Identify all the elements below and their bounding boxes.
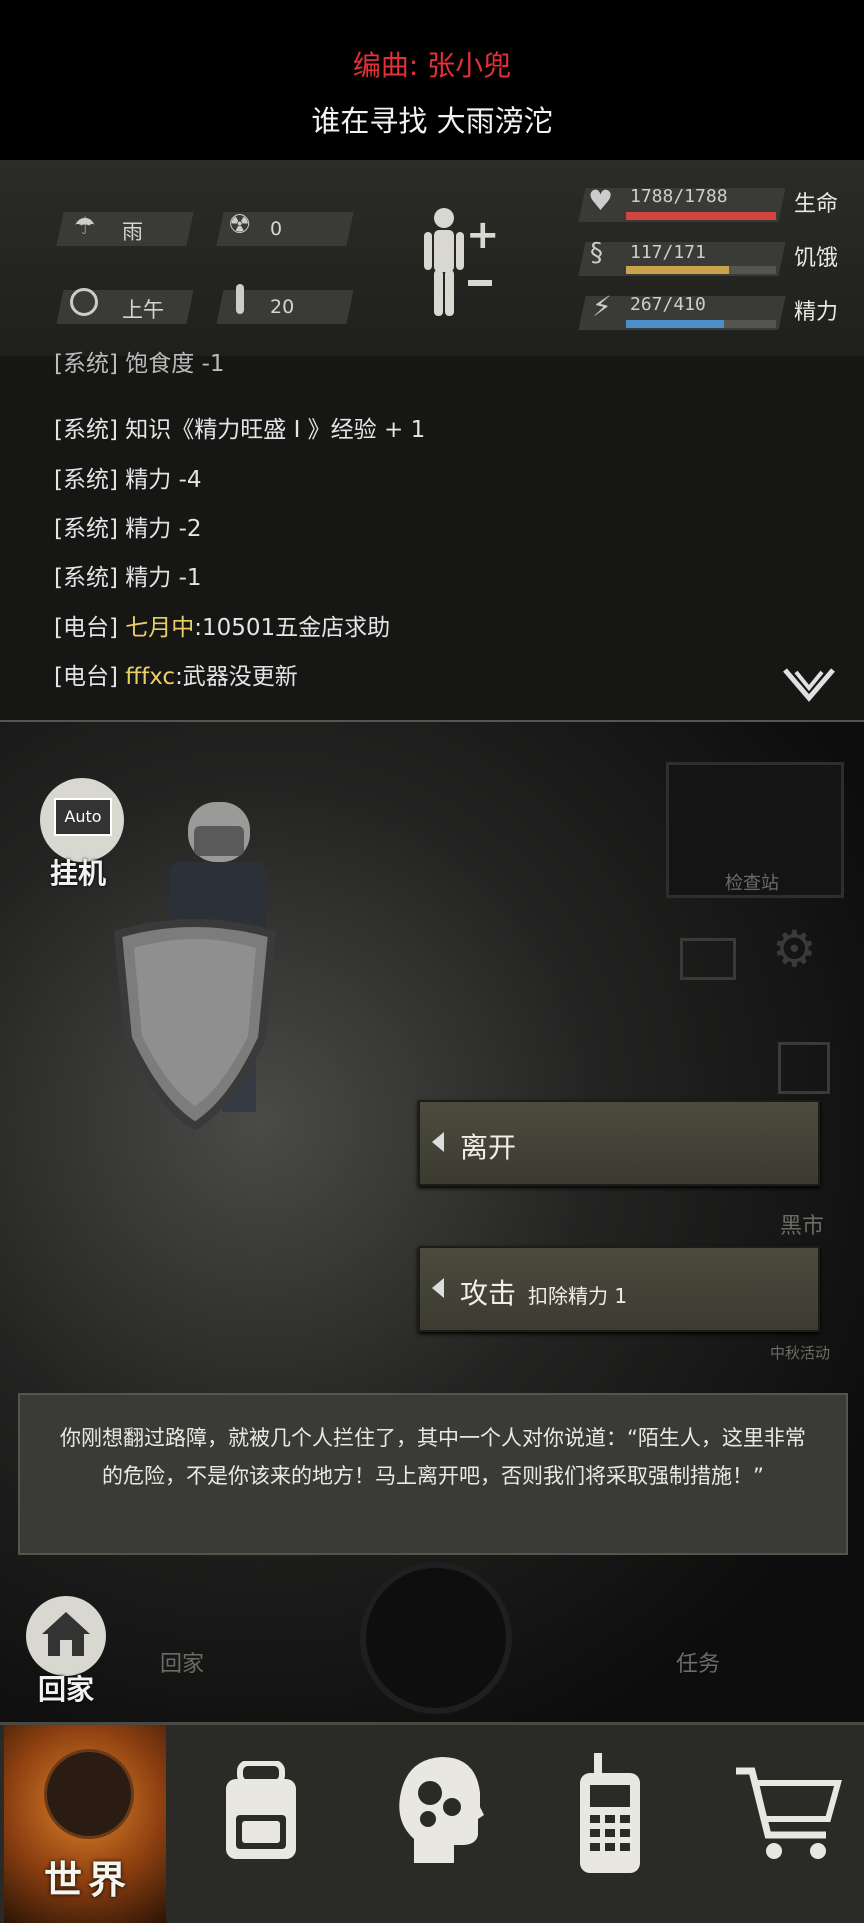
nav-shop-button[interactable] xyxy=(704,1725,864,1923)
radiation-icon: ☢ xyxy=(228,210,252,240)
radio-sender: fffxc xyxy=(125,664,176,690)
gift-icon xyxy=(778,1042,830,1094)
heart-icon: ♥ xyxy=(588,184,614,217)
radiation-value: 0 xyxy=(270,218,283,240)
home-label: 回家 xyxy=(38,1673,95,1706)
lyric-line-2: 谁在寻找 大雨滂沱 xyxy=(311,104,553,138)
house-icon xyxy=(42,1612,90,1656)
plus-icon[interactable]: + xyxy=(466,212,500,258)
mail-icon xyxy=(680,938,736,980)
status-panel: ☂ 雨 ☢ 0 上午 20 + ♥ 1788/1788 生命 § 117/171… xyxy=(0,160,864,359)
energy-bar xyxy=(626,320,776,328)
caret-left-icon xyxy=(432,1278,444,1298)
auto-idle-label: 挂机 xyxy=(50,857,107,890)
weather-text: 雨 xyxy=(122,220,143,244)
log-line: [电台] 七月中:10501五金店求助 xyxy=(54,615,391,641)
minus-icon[interactable] xyxy=(468,280,492,286)
log-line: [系统] 精力 -4 xyxy=(54,467,202,493)
log-line: [系统] 知识《精力旺盛 I 》经验 + 1 xyxy=(54,417,426,443)
auto-icon: Auto xyxy=(54,798,112,836)
brain-icon xyxy=(399,1757,484,1863)
log-line: [系统] 精力 -2 xyxy=(54,516,202,542)
stomach-icon: § xyxy=(590,238,603,268)
cart-icon xyxy=(736,1767,842,1859)
event-label: 中秋活动 xyxy=(770,1344,831,1362)
radar-dial xyxy=(360,1562,512,1714)
checkpoint-label: 检查站 xyxy=(725,873,779,894)
home-button[interactable] xyxy=(26,1596,106,1676)
nav-skills-button[interactable] xyxy=(360,1725,520,1923)
world-label: 世界 xyxy=(44,1858,133,1902)
encounter-dialog: 你刚想翻过路障，就被几个人拦住了，其中一个人对你说道：“陌生人，这里非常的危险，… xyxy=(18,1393,848,1555)
leave-choice-button[interactable]: 离开 xyxy=(418,1100,820,1186)
backpack-icon xyxy=(226,1761,296,1859)
gear-icon: ⚙ xyxy=(772,920,817,978)
attack-choice-button[interactable]: 攻击 扣除精力 1 xyxy=(418,1246,820,1332)
head-bolt-icon: ⚡ xyxy=(592,290,612,323)
radio-sender: 七月中 xyxy=(125,615,195,641)
black-market-label: 黑市 xyxy=(780,1214,825,1239)
thermometer-icon xyxy=(236,284,244,314)
encounter-scene: 检查站 ⚙ 黑市 中秋活动 Auto 挂机 离开 攻击 扣除精力 1 回家 任务 xyxy=(0,722,864,1722)
health-bar xyxy=(626,212,776,220)
dialog-text: 你刚想翻过路障，就被几个人拦住了，其中一个人对你说道：“陌生人，这里非常的危险，… xyxy=(60,1426,806,1488)
lyric-line-1: 编曲: 张小兜 xyxy=(352,49,512,82)
nav-radio-button[interactable] xyxy=(530,1725,690,1923)
hunger-value: 117/171 xyxy=(630,242,706,263)
lyrics-banner: 编曲: 张小兜 谁在寻找 大雨滂沱 xyxy=(0,0,864,160)
health-label: 生命 xyxy=(794,192,839,217)
temperature-value: 20 xyxy=(270,296,295,318)
caret-left-icon xyxy=(432,1132,444,1152)
energy-value: 267/410 xyxy=(630,294,706,315)
energy-label: 精力 xyxy=(794,300,839,325)
riot-shield xyxy=(113,919,277,1130)
task-ghost-label: 任务 xyxy=(676,1652,721,1677)
health-value: 1788/1788 xyxy=(630,186,728,207)
home-ghost-label: 回家 xyxy=(160,1652,205,1677)
nav-world-button[interactable]: 世界 xyxy=(4,1725,166,1923)
walkie-talkie-icon xyxy=(580,1753,640,1873)
checkpoint-map-marker: 检查站 xyxy=(666,762,844,898)
rain-icon: ☂ xyxy=(74,212,96,240)
nav-backpack-button[interactable] xyxy=(180,1725,340,1923)
log-line: [系统] 精力 -1 xyxy=(54,565,202,591)
time-text: 上午 xyxy=(122,298,164,322)
globe-icon xyxy=(44,1749,134,1839)
bottom-nav: 世界 xyxy=(0,1722,864,1923)
choice-cost: 扣除精力 1 xyxy=(528,1284,628,1308)
log-line: [电台] fffxc:武器没更新 xyxy=(54,664,298,690)
expand-chevron-icon[interactable] xyxy=(782,666,836,702)
choice-label: 攻击 xyxy=(460,1277,517,1310)
choice-label: 离开 xyxy=(460,1131,517,1164)
log-line-partial: [系统] 饱食度 -1 xyxy=(54,351,225,377)
hunger-bar xyxy=(626,266,776,274)
hunger-label: 饥饿 xyxy=(794,246,839,271)
clock-icon xyxy=(70,288,98,316)
message-log[interactable]: [系统] 饱食度 -1 [系统] 知识《精力旺盛 I 》经验 + 1 [系统] … xyxy=(0,351,864,722)
